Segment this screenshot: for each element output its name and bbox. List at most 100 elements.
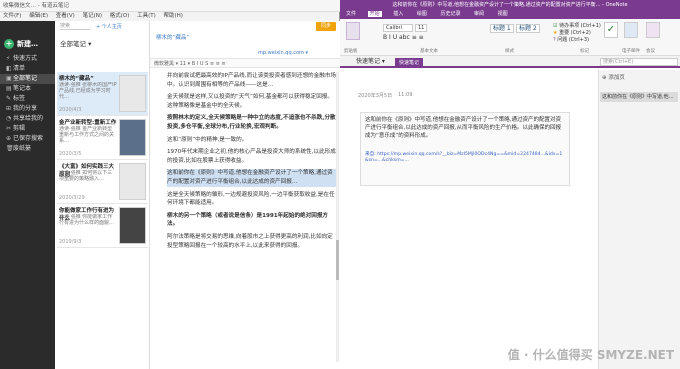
paragraph: 阿尔法策略是将交易的思维,向着股市之上获得更高的利润,比如向定投型策略回报在一个… [167, 233, 333, 249]
menu-format[interactable]: 格式(O) [110, 13, 130, 19]
sidebar-item-all-notes[interactable]: ▣全部笔记 [0, 74, 55, 84]
editor-scrollbar-thumb[interactable] [336, 240, 339, 280]
group-label-styles: 样式 [505, 49, 514, 54]
notebook-icon: ▤ [6, 85, 12, 92]
list-item[interactable]: 金产业新转型:重新工作 通读·强推 金产业新转型重新与工作方式之间的关系… 20… [57, 116, 148, 160]
add-page-button[interactable]: ⊕ 添加页 [602, 73, 625, 81]
sync-button[interactable]: 同步 [316, 22, 336, 31]
paragraph: 按照林木的定义,全天候策略是一种中立的态度,不追涨也不杀跌,分散投资,多仓平衡,… [167, 115, 336, 130]
list-item[interactable]: 柳木的“藏品” 通读·强推 张柳木的国产IP产品线,已经成为学习时代… 2020… [57, 72, 148, 116]
note-snippet: 通读·强推 金产业新转型重新与工作方式之间的关系… [59, 126, 115, 144]
share-icon: ⊞ [6, 105, 12, 112]
onenote-title-bar: 这和前你在《原则》中写道,他想在金融资产设计了一个策略,通过资产的配置对资产进行… [340, 0, 680, 10]
section-tab[interactable]: 快速笔记 [395, 58, 423, 68]
sidebar-item-clips[interactable]: ✂ 剪辑 [0, 124, 55, 134]
clip-source-link[interactable]: 来自: https://mp.weixin.qq.com/s?__biz=MzI… [365, 152, 565, 164]
paste-icon[interactable] [346, 22, 360, 40]
page-list [598, 70, 680, 369]
page-time: 11:09 [398, 92, 413, 98]
sidebar-item-label: 笔记本 [13, 85, 32, 92]
note-date: 2020/3/29 [59, 195, 85, 201]
youdao-menu-bar: 文件(F) 编辑(E) 查看(V) 笔记(N) 格式(O) 工具(T) 帮助(H… [0, 12, 340, 21]
source-url-link[interactable]: mp.weixin.qq.com ▾ [258, 50, 308, 56]
email-icon[interactable] [624, 22, 638, 38]
note-body[interactable]: 并向前尝试把最高效的IP产品线,而让该类投资者感到还想的金融市场中。认识到周围有… [167, 72, 337, 254]
notes-icon: ▣ [6, 75, 12, 82]
tab-history[interactable]: 历史记录 [438, 11, 462, 17]
sidebar-item-label: 剪辑 [13, 125, 26, 132]
sidebar-item-label: 全部笔记 [13, 75, 38, 82]
style-heading-1[interactable]: 标题 1 [490, 24, 514, 33]
watermark: 值 · 什么值得买 SMYZE.NET [507, 348, 674, 362]
tab-view[interactable]: 视图 [496, 11, 510, 17]
menu-tools[interactable]: 工具(T) [137, 13, 156, 19]
page-list-item[interactable]: 这和前你在《原则》中写道,他… [600, 92, 678, 102]
personal-home-link[interactable]: + 个人主页 [96, 23, 122, 30]
sidebar-item-tags[interactable]: ✎ 标签 [0, 94, 55, 104]
font-size-select[interactable]: 11 [415, 24, 427, 32]
tab-file[interactable]: 文件 [344, 11, 358, 17]
youdao-title-bar: 收集微信文… - 有道云笔记 [0, 0, 340, 12]
checklist-icon: ◧ [6, 65, 12, 72]
scissors-icon: ✂ [6, 125, 12, 132]
menu-file[interactable]: 文件(F) [3, 13, 21, 19]
note-thumbnail [119, 75, 146, 112]
onenote-search-input[interactable]: 搜索(Ctrl+E) [600, 58, 678, 66]
menu-view[interactable]: 查看(V) [56, 13, 75, 19]
page-date: 2020年3月5日 [358, 93, 393, 99]
list-item[interactable]: 《大富》如何实践三大原则 通读·强推 如何将以下三项重要的策略融入… 2020/… [57, 160, 148, 204]
paragraph: 柳木的另一个策略（或者说是信条）是1991年起始的绝对回报方法。 [167, 212, 329, 228]
note-snippet: 通读·强推 如何将以下三项重要的策略融入… [59, 170, 113, 182]
meeting-icon[interactable] [646, 22, 660, 38]
note-search-input[interactable]: 搜索 [60, 22, 90, 30]
note-snippet: 通读·强推 你能做家工作行有进为什么样的面貌… [59, 214, 115, 226]
group-label-tags: 标记 [580, 49, 589, 54]
group-label-basic-text: 基本文本 [420, 49, 438, 54]
sidebar-item-checklist[interactable]: ◧清单 [0, 64, 55, 74]
sidebar-item-my-shares[interactable]: ⊞ 我的分享 [0, 104, 55, 114]
trash-icon: 🗑 [6, 145, 14, 152]
note-title-input[interactable]: 柳木的“藏品” [156, 34, 256, 43]
new-note-label: 新建… [17, 40, 38, 48]
sidebar-item-trash[interactable]: 🗑废纸篓 [0, 144, 55, 154]
todo-tag-icon[interactable]: ✓ [604, 22, 618, 38]
tab-draw[interactable]: 绘图 [415, 11, 429, 17]
paragraph: 1970年代末期企业之初,他的核心产品是投资大师的系统性,以此形成的投资,比如在… [167, 149, 336, 164]
menu-help[interactable]: 帮助(H) [164, 13, 183, 19]
font-select[interactable]: Calibri [383, 24, 413, 32]
sidebar-item-label: 快速方式 [13, 55, 38, 62]
sidebar-item-notebooks[interactable]: ▤笔记本 [0, 84, 55, 94]
sidebar-item-label: 废纸篓 [13, 145, 32, 152]
note-thumbnail [119, 119, 146, 156]
tab-home[interactable]: 开始 [367, 11, 382, 17]
group-label-email: 电子邮件 [622, 49, 640, 54]
tab-review[interactable]: 审阅 [472, 11, 486, 17]
tab-insert[interactable]: 插入 [391, 11, 405, 17]
menu-note[interactable]: 笔记(N) [83, 13, 102, 19]
paragraph: 这和“原则”中的精神,是一致的。 [167, 136, 248, 143]
sidebar-item-saved-searches[interactable]: ⊕ 已保存搜索 [0, 134, 55, 144]
tag-important[interactable]: ★ 重要 (Ctrl+2) [553, 29, 591, 36]
note-date: 2020/4/3 [59, 107, 82, 113]
clipped-text: 这和前你在《原则》中写道,他想在金融资产设计了一个策略,通过资产的配置对资产进行… [365, 117, 561, 139]
sidebar-item-label: 清单 [13, 65, 26, 72]
list-item[interactable]: 你能做家工作行有进为什么 通读·强推 你能做家工作行有进为什么样的面貌… 201… [57, 204, 148, 248]
paragraph: 并向前尝试把最高效的IP产品线,而让该类投资者感到还想的金融市场中。认识到周围有… [167, 73, 337, 88]
note-date: 2019/9/3 [59, 239, 82, 245]
plus-icon: + [4, 39, 14, 49]
style-heading-2[interactable]: 标题 2 [516, 24, 540, 33]
new-note-button[interactable]: + 新建… [4, 38, 38, 50]
editor-scrollbar[interactable] [336, 72, 339, 362]
highlighted-paragraph: 这和前你在《原则》中写道,他想在金融资产设计了一个策略,通过资产的配置对资产进行… [167, 169, 337, 187]
note-list-title[interactable]: 全部笔记 ▾ [60, 38, 91, 48]
tag-todo[interactable]: ☑ 待办事项 (Ctrl+1) [553, 22, 601, 29]
sidebar-item-shared-with-me[interactable]: ◔ 共享给我的 [0, 114, 55, 124]
paragraph: 这是全天候策略的雏形,一边规避投资风险,一边平衡获取收益,是在任何环境下都能适用… [167, 191, 335, 207]
format-toolbar[interactable]: 微软雅黑 ▾ 11 ▾ B I U S ≡ ≡ ≡ [150, 58, 340, 68]
note-thumbnail [119, 163, 146, 200]
paragraph: 金天候就是这样,又以投资的“天气”如何,基金都可以获得稳定回报。这种策略像是基金… [167, 94, 333, 109]
sidebar-item-shortcuts[interactable]: ⚡ 快速方式 [0, 54, 55, 64]
menu-edit[interactable]: 编辑(E) [29, 13, 48, 19]
format-buttons[interactable]: B I U abc ≡ ≡ [383, 34, 424, 41]
tag-question[interactable]: ? 问题 (Ctrl+3) [553, 36, 589, 43]
